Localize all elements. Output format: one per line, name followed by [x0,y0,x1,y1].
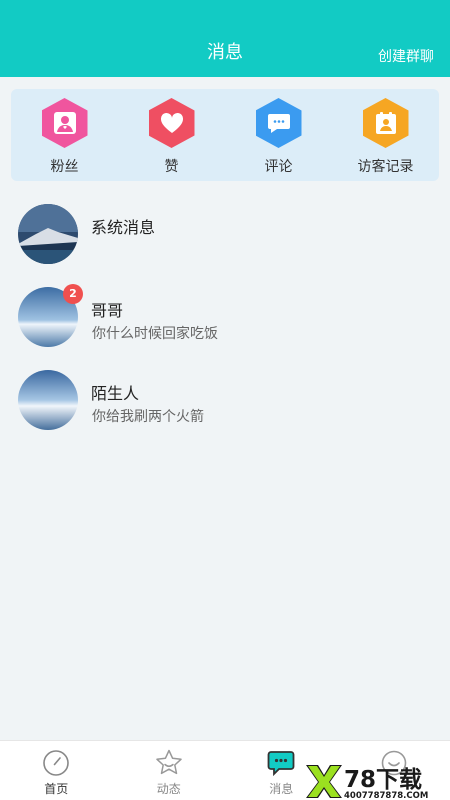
comment-icon [255,98,302,148]
tab-moments[interactable]: 动态 [113,741,226,800]
quick-action-fans[interactable]: 粉丝 [11,89,118,181]
quick-actions-panel: 粉丝 赞 评论 访客记录 [11,89,439,181]
header-bar: 消息 创建群聊 [0,0,450,77]
quick-action-likes[interactable]: 赞 [118,89,225,181]
svg-text:4007787878.COM: 4007787878.COM [344,791,428,800]
tab-label: 动态 [156,782,181,796]
tab-label: 消息 [269,782,294,796]
tab-home[interactable]: 首页 [0,741,113,800]
quick-action-label: 评论 [264,159,293,175]
quick-action-label: 访客记录 [357,159,414,175]
quick-action-label: 粉丝 [50,159,79,175]
avatar [18,204,78,264]
message-row-system[interactable]: 系统消息 [0,196,450,279]
quick-action-visitors[interactable]: 访客记录 [332,89,439,181]
message-preview: 你什么时候回家吃饭 [92,326,218,342]
tab-label: 首页 [44,782,69,796]
site-watermark: 78下载 4007787878.COM [304,762,450,800]
fans-icon [41,98,88,148]
message-row-stranger[interactable]: 陌生人 你给我刷两个火箭 [0,362,450,445]
quick-action-comments[interactable]: 评论 [225,89,332,181]
svg-text:78下载: 78下载 [344,767,422,793]
contact-name: 陌生人 [91,384,140,403]
visitor-icon [362,98,409,148]
star-icon [154,748,184,778]
chat-icon [266,748,296,778]
unread-badge: 2 [63,284,83,304]
message-preview: 你给我刷两个火箭 [92,409,204,425]
compass-icon [41,748,71,778]
heart-icon [148,98,195,148]
message-row-brother[interactable]: 2 哥哥 你什么时候回家吃饭 [0,279,450,362]
avatar [18,370,78,430]
contact-name: 系统消息 [91,218,156,237]
contact-name: 哥哥 [91,301,124,320]
message-list: 系统消息 2 哥哥 你什么时候回家吃饭 陌生人 你给我刷两个火箭 [0,196,450,445]
create-group-chat-button[interactable]: 创建群聊 [378,46,434,66]
quick-action-label: 赞 [164,159,179,175]
